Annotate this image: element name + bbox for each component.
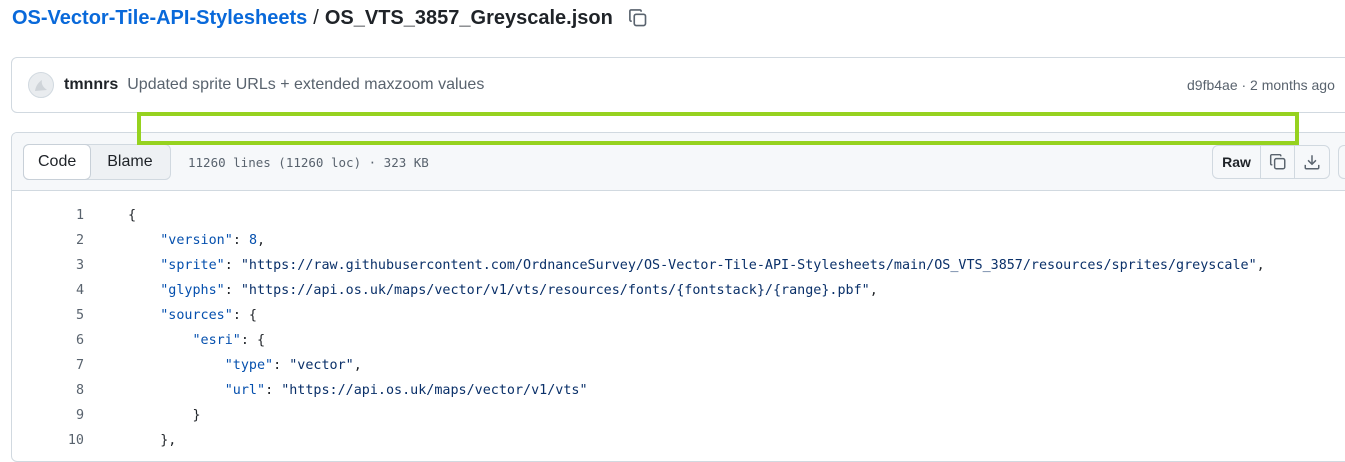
- line-number[interactable]: 3: [12, 258, 84, 273]
- code-token: :: [265, 383, 282, 398]
- download-button[interactable]: [1295, 146, 1329, 178]
- line-content: },: [84, 433, 176, 448]
- blame-tab[interactable]: Blame: [90, 145, 169, 179]
- code-token: ,: [257, 233, 266, 248]
- view-toggle: Code Blame: [23, 144, 171, 180]
- code-token: "https://api.os.uk/maps/vector/v1/vts": [281, 383, 588, 398]
- commit-author[interactable]: tmnnrs: [64, 76, 118, 94]
- code-line: 9 }: [12, 403, 1345, 428]
- code-token: {: [128, 208, 137, 223]
- code-line: 1{: [12, 203, 1345, 228]
- code-token: "glyphs": [160, 283, 225, 298]
- repo-link[interactable]: OS-Vector-Tile-API-Stylesheets: [12, 7, 307, 30]
- code-token: 8: [248, 233, 257, 248]
- code-line: 5 "sources": {: [12, 303, 1345, 328]
- avatar[interactable]: [28, 72, 54, 98]
- code-token: "url": [224, 383, 266, 398]
- line-number[interactable]: 7: [12, 358, 84, 373]
- code-line: 4 "glyphs": "https://api.os.uk/maps/vect…: [12, 278, 1345, 303]
- line-content: "esri": {: [84, 333, 266, 348]
- line-number[interactable]: 6: [12, 333, 84, 348]
- code-token: }: [128, 408, 201, 423]
- line-number[interactable]: 9: [12, 408, 84, 423]
- line-number[interactable]: 1: [12, 208, 84, 223]
- line-content: "glyphs": "https://api.os.uk/maps/vector…: [84, 283, 878, 298]
- copy-raw-button[interactable]: [1261, 146, 1295, 178]
- download-icon: [1304, 155, 1320, 170]
- raw-button[interactable]: Raw: [1213, 146, 1261, 178]
- code-token: :: [224, 283, 241, 298]
- code-token: "esri": [192, 333, 241, 348]
- code-token: ,: [869, 283, 878, 298]
- code-token: "https://api.os.uk/maps/vector/v1/vts/re…: [240, 283, 870, 298]
- code-token: "type": [224, 358, 274, 373]
- code-token: ,: [1256, 258, 1265, 273]
- file-name: OS_VTS_3857_Greyscale.json: [324, 6, 613, 29]
- file-viewer: Code Blame 11260 lines (11260 loc) · 323…: [11, 132, 1345, 462]
- code-token: "https://raw.githubusercontent.com/Ordna…: [240, 258, 1257, 273]
- code-token: : {: [240, 333, 266, 348]
- breadcrumb: OS-Vector-Tile-API-Stylesheets / OS_VTS_…: [12, 4, 649, 32]
- copy-icon: [1269, 153, 1285, 170]
- line-content: "version": 8,: [84, 233, 265, 248]
- more-actions-button[interactable]: [1338, 145, 1345, 179]
- line-content: "type": "vector",: [84, 358, 362, 373]
- copy-icon[interactable]: [627, 7, 649, 29]
- code-token: : {: [232, 308, 257, 323]
- line-number[interactable]: 10: [12, 433, 84, 448]
- code-token: "version": [160, 233, 233, 248]
- code-line: 8 "url": "https://api.os.uk/maps/vector/…: [12, 378, 1345, 403]
- code-line: 2 "version": 8,: [12, 228, 1345, 253]
- file-actions: Raw: [1212, 145, 1330, 179]
- code-token: "vector": [289, 358, 354, 373]
- line-content: "url": "https://api.os.uk/maps/vector/v1…: [84, 383, 588, 398]
- line-content: }: [84, 408, 201, 423]
- code-view: 1{2 "version": 8, 3 "sprite": "https://ra…: [12, 191, 1345, 453]
- code-tab[interactable]: Code: [23, 144, 92, 180]
- line-number[interactable]: 5: [12, 308, 84, 323]
- latest-commit: tmnnrs Updated sprite URLs + extended ma…: [11, 57, 1345, 113]
- breadcrumb-separator: /: [313, 6, 319, 29]
- code-token: :: [273, 358, 290, 373]
- code-line: 7 "type": "vector",: [12, 353, 1345, 378]
- code-token: :: [232, 233, 249, 248]
- line-number[interactable]: 2: [12, 233, 84, 248]
- commit-meta[interactable]: d9fb4ae · 2 months ago: [1187, 58, 1335, 112]
- line-number[interactable]: 8: [12, 383, 84, 398]
- code-line: 10 },: [12, 428, 1345, 453]
- code-token: :: [224, 258, 241, 273]
- code-line: 3 "sprite": "https://raw.githubuserconte…: [12, 253, 1345, 278]
- code-line: 6 "esri": {: [12, 328, 1345, 353]
- line-content: {: [84, 208, 136, 223]
- code-token: "sprite": [160, 258, 225, 273]
- line-number[interactable]: 4: [12, 283, 84, 298]
- line-content: "sprite": "https://raw.githubusercontent…: [84, 258, 1265, 273]
- highlight-annotation: [137, 112, 1299, 145]
- code-token: "sources": [160, 308, 233, 323]
- commit-message[interactable]: Updated sprite URLs + extended maxzoom v…: [127, 76, 484, 94]
- code-token: ,: [353, 358, 362, 373]
- line-content: "sources": {: [84, 308, 257, 323]
- code-token: },: [128, 433, 177, 448]
